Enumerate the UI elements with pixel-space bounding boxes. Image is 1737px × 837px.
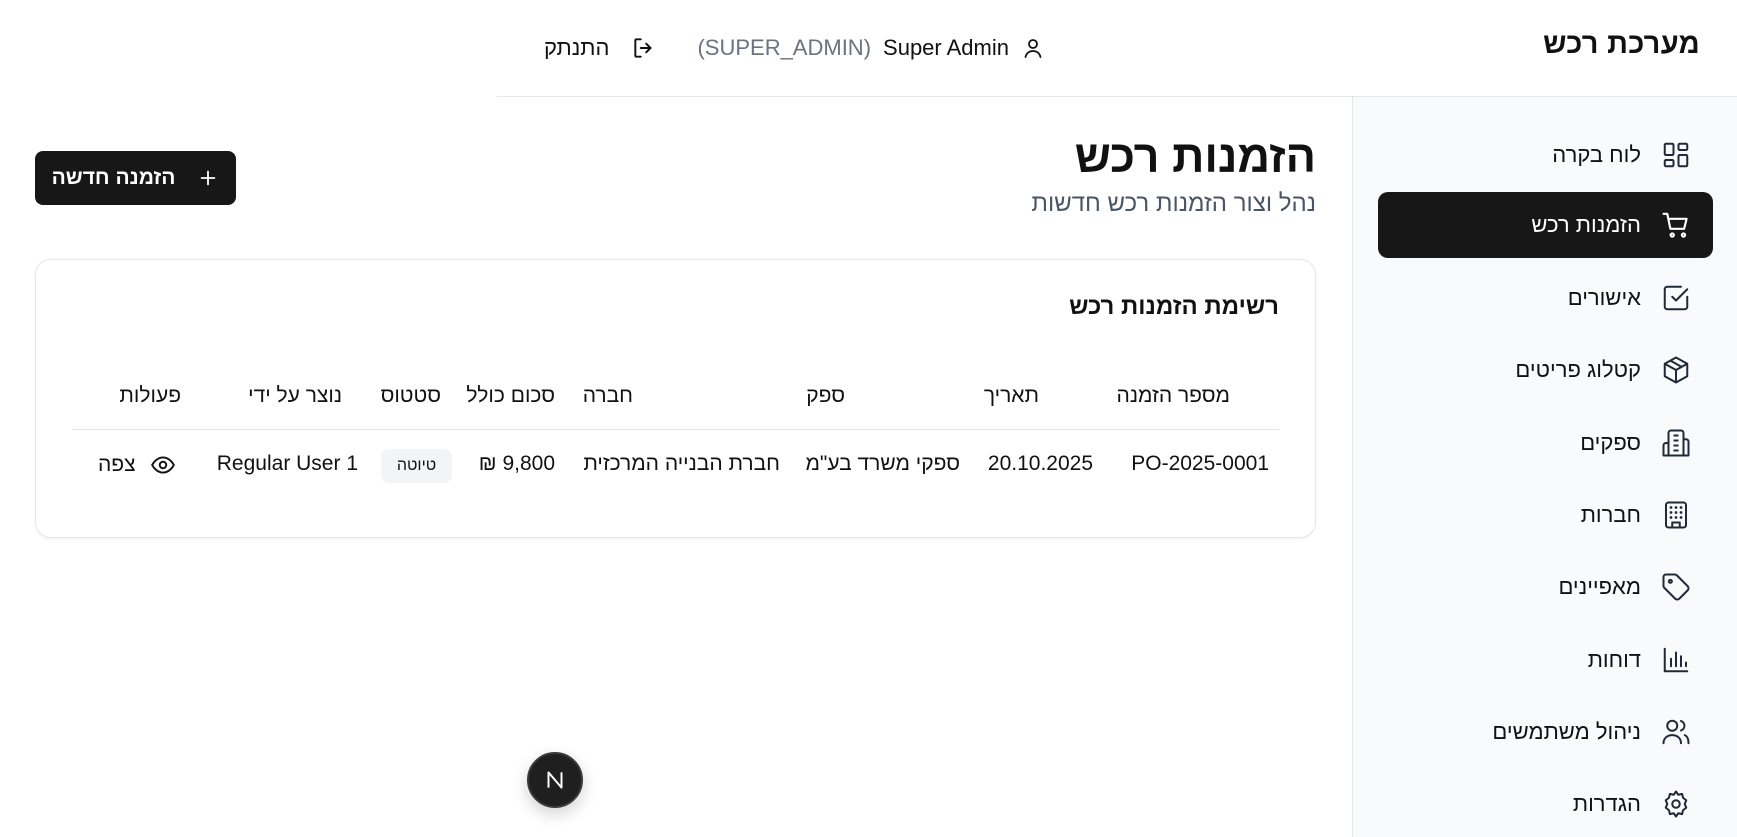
user-role: (SUPER_ADMIN)	[697, 35, 872, 60]
user-icon	[1021, 36, 1045, 60]
cell-total: ₪ 9,800	[478, 452, 555, 475]
new-order-button-label: הזמנה חדשה	[51, 166, 176, 189]
dashboard-icon	[1661, 140, 1691, 170]
logout-label[interactable]: התנתק	[544, 35, 609, 61]
column-header-date: תאריך	[983, 384, 1039, 407]
cell-company: חברת הבנייה המרכזית	[583, 452, 780, 475]
column-header-created-by: נוצר על ידי	[248, 384, 342, 407]
sidebar-item-label: אישורים	[1567, 285, 1641, 310]
card-title: רשימת הזמנות רכש	[1069, 293, 1279, 320]
sidebar-item-companies[interactable]: חברות	[1378, 482, 1713, 548]
cell-created-by: Regular User 1	[216, 452, 358, 475]
bar-chart-icon	[1661, 645, 1691, 675]
app-brand: מערכת רכש	[1543, 28, 1700, 60]
n-logo-icon	[547, 771, 563, 789]
sidebar-item-approvals[interactable]: אישורים	[1378, 265, 1713, 331]
sidebar-item-label: הגדרות	[1572, 791, 1641, 816]
gear-icon	[1661, 789, 1691, 819]
sidebar-item-attributes[interactable]: מאפיינים	[1378, 554, 1713, 620]
orders-card: רשימת הזמנות רכש מספר הזמנה תאריך ספק חב…	[35, 259, 1316, 538]
sidebar-item-catalog[interactable]: קטלוג פריטים	[1378, 337, 1713, 403]
office-building-icon	[1661, 500, 1691, 530]
users-icon	[1661, 717, 1691, 747]
sidebar-item-label: ניהול משתמשים	[1492, 719, 1641, 744]
column-header-company: חברה	[582, 384, 633, 407]
column-header-status: סטטוס	[380, 384, 441, 407]
cell-order-number[interactable]: PO-2025-0001	[1131, 452, 1269, 476]
tag-icon	[1661, 572, 1691, 602]
sidebar-item-suppliers[interactable]: ספקים	[1378, 410, 1713, 476]
building-icon	[1661, 428, 1691, 458]
sidebar-item-purchase-orders[interactable]: הזמנות רכש	[1378, 192, 1713, 258]
column-header-actions: פעולות	[119, 384, 181, 407]
status-badge: טיוטה	[381, 449, 452, 483]
table-header-divider	[72, 429, 1279, 430]
sidebar-item-reports[interactable]: דוחות	[1378, 627, 1713, 693]
sidebar-item-label: ספקים	[1580, 430, 1641, 455]
box-icon	[1661, 355, 1691, 385]
user-name: Super Admin	[883, 35, 1009, 60]
sidebar-item-label: דוחות	[1587, 647, 1641, 672]
framework-badge[interactable]	[527, 752, 583, 808]
page-subtitle: נהל וצור הזמנות רכש חדשות	[1031, 190, 1316, 217]
sidebar-item-label: מאפיינים	[1558, 574, 1641, 599]
user-block: התנתק (SUPER_ADMIN) Super Admin	[544, 31, 1045, 65]
sidebar-item-user-management[interactable]: ניהול משתמשים	[1378, 699, 1713, 765]
sidebar-item-label: חברות	[1580, 502, 1641, 527]
sidebar: לוח בקרה הזמנות רכש אישורים קטלוג פריטים…	[1352, 97, 1737, 837]
sidebar-item-label: לוח בקרה	[1552, 142, 1641, 167]
column-header-order-number: מספר הזמנה	[1116, 384, 1230, 407]
column-header-supplier: ספק	[806, 384, 845, 407]
eye-icon	[150, 452, 176, 478]
sidebar-item-label: קטלוג פריטים	[1515, 357, 1641, 382]
sidebar-item-label: הזמנות רכש	[1531, 212, 1641, 237]
view-order-button[interactable]: צפה	[98, 450, 176, 480]
cell-supplier: ספקי משרד בע"מ	[805, 452, 960, 475]
logout-icon[interactable]	[631, 35, 657, 61]
check-square-icon	[1661, 283, 1691, 313]
top-header: מערכת רכש התנתק (SUPER_ADMIN) Super Admi…	[0, 0, 1737, 96]
view-label: צפה	[98, 453, 136, 476]
sidebar-item-settings[interactable]: הגדרות	[1378, 771, 1713, 837]
column-header-total: סכום כולל	[466, 384, 555, 407]
sidebar-item-dashboard[interactable]: לוח בקרה	[1378, 122, 1713, 188]
cell-date: 20.10.2025	[987, 452, 1093, 475]
plus-icon	[197, 167, 219, 189]
new-order-button[interactable]: הזמנה חדשה	[35, 151, 236, 205]
page-title: הזמנות רכש	[1074, 131, 1316, 182]
cart-icon	[1661, 210, 1691, 240]
